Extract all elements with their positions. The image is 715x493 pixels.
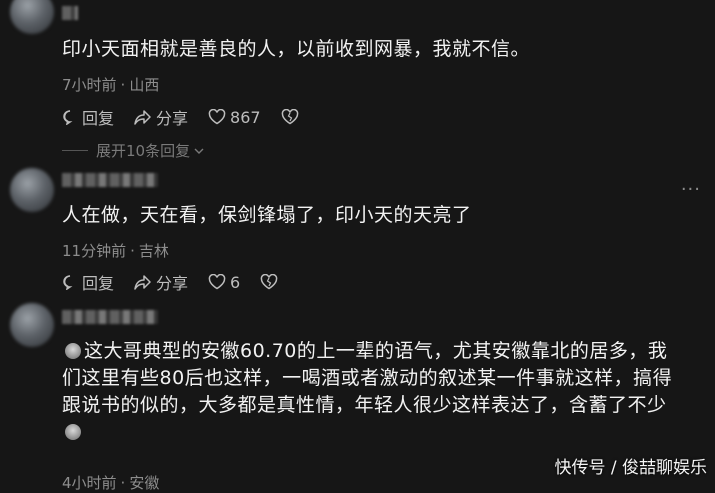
comment-meta: 11分钟前 · 吉林 xyxy=(62,242,169,260)
emoji-icon xyxy=(65,343,81,359)
username-blurred[interactable] xyxy=(62,310,158,324)
like-button[interactable]: 867 xyxy=(208,108,261,127)
reply-icon xyxy=(63,275,73,290)
heart-icon xyxy=(208,109,226,125)
like-count: 6 xyxy=(230,272,241,292)
username-blurred[interactable] xyxy=(62,6,78,20)
comment-time: 11分钟前 xyxy=(62,242,127,260)
comment-text: 人在做，天在看，保剑锋塌了，印小天的天亮了 xyxy=(62,204,472,226)
avatar[interactable] xyxy=(10,168,54,212)
reply-button[interactable]: 回复 xyxy=(62,270,114,294)
comment-time: 7小时前 xyxy=(62,76,117,94)
reply-label: 回复 xyxy=(82,109,115,128)
reply-label: 回复 xyxy=(82,274,115,293)
dislike-button[interactable] xyxy=(281,109,303,125)
broken-heart-icon xyxy=(281,109,298,125)
comment-text-main: 这大哥典型的安徽60.70的上一辈的语气，尤其安徽靠北的居多，我们这里有些80后… xyxy=(62,340,673,416)
comment-actions: 回复 分享 867 xyxy=(62,105,323,129)
reply-button[interactable]: 回复 xyxy=(62,105,114,129)
watermark: 快传号 / 俊喆聊娱乐 xyxy=(554,458,707,478)
comment-location: 山西 xyxy=(129,76,160,94)
chevron-down-icon xyxy=(194,148,204,154)
share-button[interactable]: 分享 xyxy=(134,270,188,294)
avatar[interactable] xyxy=(10,303,54,347)
reply-icon xyxy=(63,110,73,125)
share-button[interactable]: 分享 xyxy=(134,105,188,129)
broken-heart-icon xyxy=(260,274,278,290)
like-count: 867 xyxy=(230,107,261,127)
expand-replies-label: 展开10条回复 xyxy=(96,142,191,160)
comment-location: 吉林 xyxy=(138,242,169,260)
share-label: 分享 xyxy=(156,109,189,128)
comment-text: 这大哥典型的安徽60.70的上一辈的语气，尤其安徽靠北的居多，我们这里有些80后… xyxy=(62,338,685,446)
comment-meta: 4小时前 · 安徽 xyxy=(62,474,160,492)
expand-replies-button[interactable]: 展开10条回复 xyxy=(62,140,205,161)
username-blurred[interactable] xyxy=(62,173,158,187)
comment-actions: 回复 分享 6 xyxy=(62,270,302,294)
share-icon xyxy=(134,275,151,290)
comment-location: 安徽 xyxy=(129,474,160,492)
avatar[interactable] xyxy=(10,0,54,34)
share-label: 分享 xyxy=(156,274,189,293)
like-button[interactable]: 6 xyxy=(208,273,240,292)
more-options-button[interactable]: ··· xyxy=(681,179,701,200)
emoji-icon xyxy=(65,424,81,440)
share-icon xyxy=(134,110,151,125)
comment-meta: 7小时前 · 山西 xyxy=(62,76,160,94)
heart-icon xyxy=(208,274,226,290)
divider xyxy=(62,150,88,151)
comment-text: 印小天面相就是善良的人，以前收到网暴，我就不信。 xyxy=(62,38,531,60)
comment-time: 4小时前 xyxy=(62,474,117,492)
dislike-button[interactable] xyxy=(260,274,282,290)
